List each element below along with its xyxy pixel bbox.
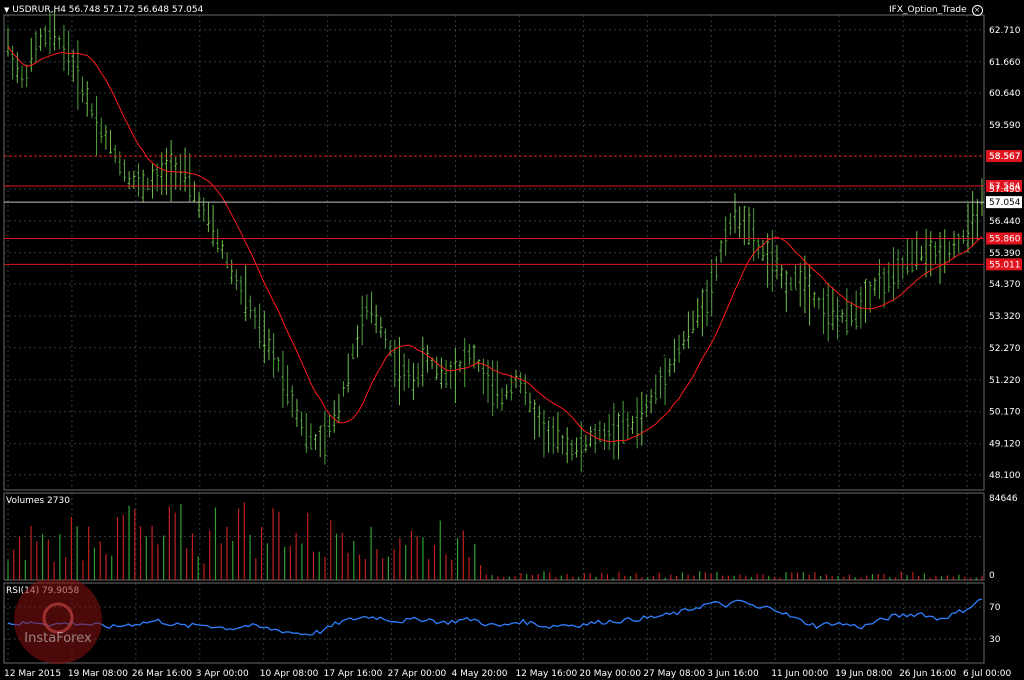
y-tick-label: 61.660 xyxy=(989,58,1021,68)
level-label: 55.860 xyxy=(989,234,1021,244)
x-tick-label: 3 Jun 16:00 xyxy=(707,669,759,679)
y-tick-label: 55.390 xyxy=(989,249,1021,259)
x-tick-label: 4 May 20:00 xyxy=(452,669,508,679)
symbol-header[interactable]: ▼ USDRUR,H4 56.748 57.172 56.648 57.054 xyxy=(4,5,203,15)
rsi-line xyxy=(7,598,983,636)
x-tick-label: 20 May 00:00 xyxy=(579,669,641,679)
level-label: 55.011 xyxy=(989,260,1021,270)
indicator-label: IFX_Option_Trade xyxy=(889,5,967,15)
price-grid xyxy=(4,15,984,490)
x-tick-label: 17 Apr 16:00 xyxy=(324,669,383,679)
x-tick-label: 26 Mar 16:00 xyxy=(132,669,192,679)
chart-canvas[interactable]: 58.56757.58455.86055.01157.054 62.71061.… xyxy=(0,0,1024,680)
y-tick-label: 49.120 xyxy=(989,440,1021,450)
watermark-text: InstaForex xyxy=(24,631,92,646)
moving-average xyxy=(7,46,983,443)
indicator-name: IFX_Option_Trade × xyxy=(889,5,983,16)
volume-bars xyxy=(7,502,983,580)
current-price-label: 57.054 xyxy=(989,198,1021,208)
x-tick-label: 10 Apr 08:00 xyxy=(260,669,319,679)
price-bars xyxy=(6,10,984,473)
instaforex-logo-icon: InstaForex xyxy=(14,580,102,664)
x-tick-label: 11 Jun 00:00 xyxy=(771,669,828,679)
ma-line xyxy=(7,46,983,443)
rsi-level-label: 30 xyxy=(989,635,1001,645)
y-tick-label: 51.220 xyxy=(989,376,1021,386)
y-tick-label: 50.170 xyxy=(989,408,1021,418)
x-tick-label: 12 Mar 2015 xyxy=(4,669,61,679)
x-tick-label: 19 Mar 08:00 xyxy=(68,669,128,679)
rsi-level-label: 70 xyxy=(989,603,1001,613)
y-tick-label: 58.567 xyxy=(989,152,1021,162)
chevron-down-icon[interactable]: ▼ xyxy=(4,6,9,14)
x-tick-label: 12 May 16:00 xyxy=(515,669,577,679)
y-tick-label: 57.490 xyxy=(989,185,1021,195)
symbol-text: USDRUR,H4 56.748 57.172 56.648 57.054 xyxy=(12,5,204,15)
y-tick-label: 52.270 xyxy=(989,344,1021,354)
volume-grid xyxy=(4,493,984,580)
y-tick-label: 59.590 xyxy=(989,121,1021,131)
x-tick-label: 27 May 08:00 xyxy=(643,669,705,679)
indicator-close-icon[interactable]: × xyxy=(971,5,983,16)
y-tick-label: 53.320 xyxy=(989,312,1021,322)
x-tick-label: 3 Apr 00:00 xyxy=(196,669,249,679)
panel-frames xyxy=(3,14,985,664)
time-axis: 12 Mar 2015 19 Mar 08:00 26 Mar 16:00 3 Apr… xyxy=(4,669,1012,679)
volume-label: Volumes 2730 xyxy=(6,496,70,506)
x-tick-label: 19 Jun 08:00 xyxy=(835,669,892,679)
y-tick-label: 48.100 xyxy=(989,471,1021,481)
rsi-line xyxy=(7,598,983,636)
x-tick-label: 26 Jun 16:00 xyxy=(899,669,956,679)
y-tick-label: 62.710 xyxy=(989,26,1021,36)
volume-scale-max: 84646 xyxy=(989,494,1018,504)
y-tick-label: 54.370 xyxy=(989,280,1021,290)
x-tick-label: 6 Jul 00:00 xyxy=(963,669,1012,679)
volume-scale-min: 0 xyxy=(989,571,995,581)
side-scales: 84646 0 70 30 xyxy=(989,494,1018,645)
x-tick-label: 27 Apr 00:00 xyxy=(388,669,447,679)
price-axis: 62.710 61.660 60.640 59.590 58.567 57.490 56.4… xyxy=(989,26,1021,481)
y-tick-label: 56.440 xyxy=(989,217,1021,227)
y-tick-label: 60.640 xyxy=(989,89,1021,99)
